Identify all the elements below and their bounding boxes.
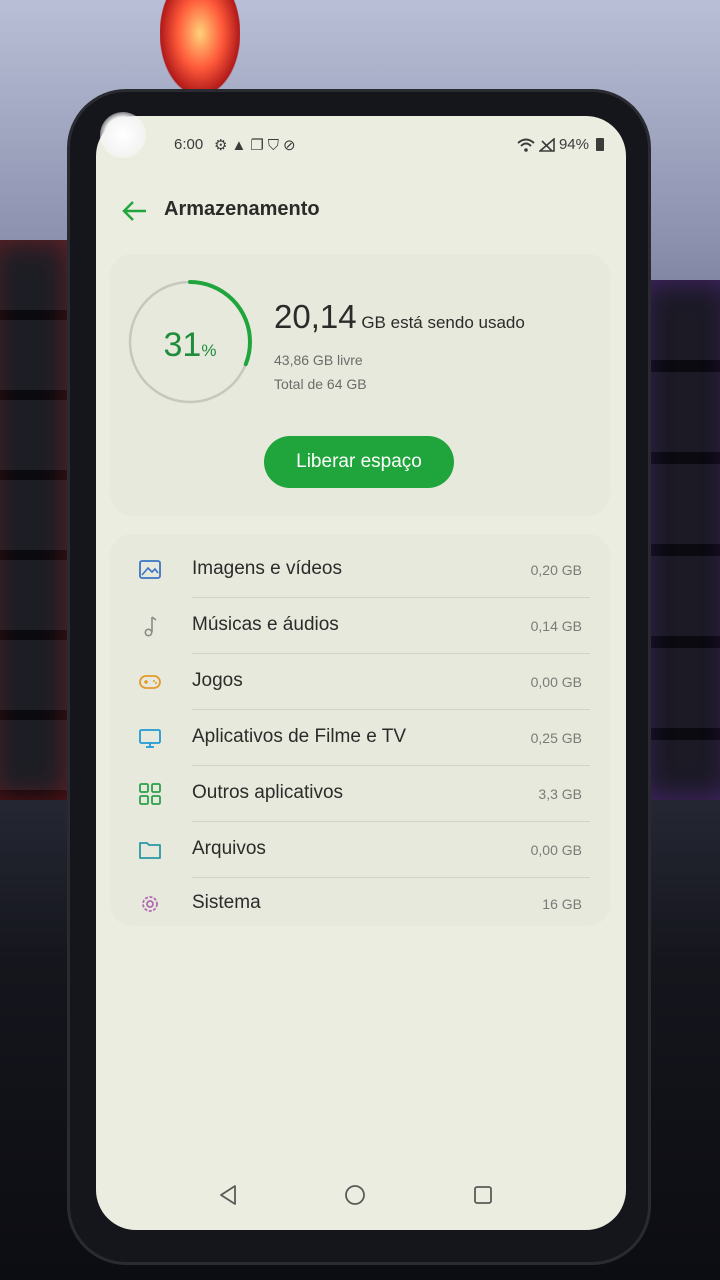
category-row-images[interactable]: Imagens e vídeos 0,20 GB [110, 542, 610, 598]
storage-summary-card: 31% 20,14 GB está sendo usado 43,86 GB l… [110, 254, 610, 516]
apps-grid-icon [139, 783, 161, 805]
nav-home-icon[interactable] [344, 1184, 366, 1206]
category-size: 0,00 GB [530, 674, 582, 690]
usage-percent-value: 31 [163, 326, 202, 364]
category-label: Jogos [192, 670, 243, 691]
usage-percent-sign: % [201, 341, 217, 360]
category-label: Aplicativos de Filme e TV [192, 726, 407, 747]
wifi-icon [517, 138, 535, 152]
gear-icon: ⚙ [214, 137, 232, 154]
free-up-space-button[interactable]: Liberar espaço [264, 436, 454, 488]
nav-back-icon[interactable] [218, 1184, 238, 1206]
category-size: 16 GB [542, 896, 582, 912]
category-size: 0,00 GB [530, 842, 582, 858]
camera-flare [100, 112, 146, 158]
category-label: Outros aplicativos [192, 782, 344, 803]
status-icons-left: ⚙▲❐⛉⊘ [214, 136, 300, 154]
used-storage-text: GB está sendo usado [361, 313, 525, 332]
shield-icon: ⛉ [267, 137, 284, 154]
image-icon [139, 560, 161, 579]
category-row-music[interactable]: Músicas e áudios 0,14 GB [110, 598, 610, 654]
category-size: 3,3 GB [538, 786, 582, 802]
warning-icon: ▲ [231, 137, 251, 154]
category-row-system[interactable]: Sistema 16 GB [110, 876, 610, 932]
category-label: Sistema [192, 892, 261, 913]
back-arrow-icon[interactable] [120, 196, 150, 226]
used-storage: 20,14 GB está sendo usado [274, 298, 525, 336]
phone-screen: 6:00 ⚙▲❐⛉⊘ 94% Armazenamento 31% 20,14 G… [96, 116, 626, 1230]
category-size: 0,14 GB [530, 618, 582, 634]
storage-category-list: Imagens e vídeos 0,20 GB Músicas e áudio… [110, 534, 610, 926]
navigation-bar [96, 1176, 626, 1216]
category-row-games[interactable]: Jogos 0,00 GB [110, 654, 610, 710]
free-storage: 43,86 GB livre [274, 352, 363, 368]
background-keyboard-left [0, 240, 80, 800]
status-icons-right: 94% [517, 136, 604, 153]
usage-percent: 31% [126, 326, 254, 365]
used-storage-value: 20,14 [274, 298, 357, 335]
total-storage: Total de 64 GB [274, 376, 367, 392]
category-row-files[interactable]: Arquivos 0,00 GB [110, 822, 610, 878]
copy-icon: ❐ [250, 137, 268, 154]
category-label: Imagens e vídeos [192, 558, 342, 579]
category-size: 0,20 GB [530, 562, 582, 578]
no-sim-icon: ⊘ [283, 137, 300, 154]
tv-icon [139, 729, 161, 748]
folder-icon [139, 842, 161, 859]
signal-icon [538, 137, 555, 152]
battery-icon [596, 138, 604, 151]
background-lamp [160, 0, 240, 95]
category-row-other-apps[interactable]: Outros aplicativos 3,3 GB [110, 766, 610, 822]
category-label: Músicas e áudios [192, 614, 339, 635]
status-bar: 6:00 ⚙▲❐⛉⊘ 94% [96, 134, 626, 158]
gear-icon [142, 896, 158, 912]
nav-recents-icon[interactable] [472, 1184, 494, 1206]
status-time: 6:00 [174, 136, 204, 153]
category-size: 0,25 GB [530, 730, 582, 746]
gamepad-icon [139, 675, 161, 689]
category-row-movie-tv-apps[interactable]: Aplicativos de Filme e TV 0,25 GB [110, 710, 610, 766]
page-title: Armazenamento [164, 198, 320, 220]
category-label: Arquivos [192, 838, 266, 859]
music-note-icon [144, 616, 157, 637]
battery-percent: 94% [558, 136, 589, 153]
